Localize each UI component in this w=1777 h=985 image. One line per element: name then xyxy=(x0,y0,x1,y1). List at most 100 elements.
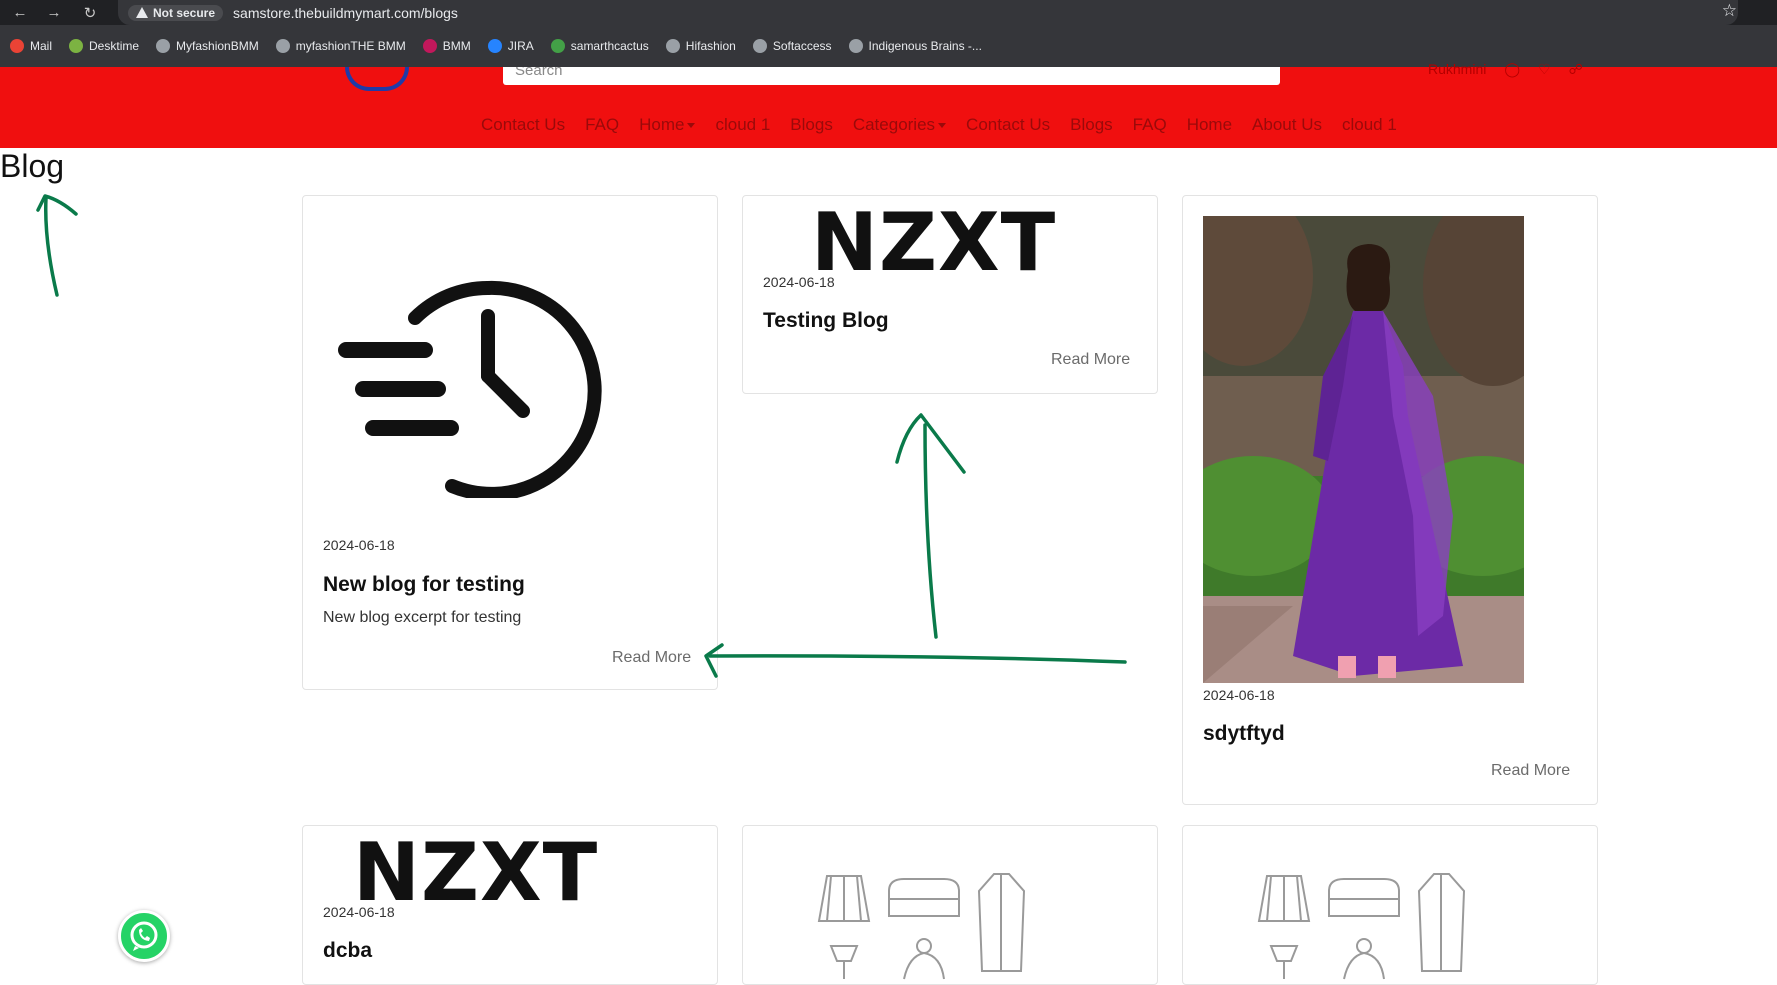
bookmark-label: Desktime xyxy=(89,39,140,53)
menu-item[interactable]: Blogs xyxy=(1070,115,1113,135)
site-logo[interactable] xyxy=(345,67,409,91)
bookmark-item[interactable]: Softaccess xyxy=(752,39,832,53)
bookmark-item[interactable]: Desktime xyxy=(69,39,139,53)
menu-item-label: FAQ xyxy=(585,115,620,134)
menu-item[interactable]: Blogs xyxy=(790,115,833,135)
arrow-head xyxy=(895,413,966,474)
menu-item[interactable]: FAQ xyxy=(585,115,619,135)
menu-item-label: cloud 1 xyxy=(1341,115,1397,134)
bookmark-item[interactable]: Indigenous Brains -... xyxy=(848,39,982,53)
whatsapp-icon xyxy=(130,921,158,951)
clothing-icons xyxy=(817,873,1026,980)
blog-title[interactable]: sdytftyd xyxy=(1203,722,1285,746)
blog-card[interactable]: 2024-06-18 sdytftyd Read More xyxy=(1182,195,1598,805)
fast-clock-icon xyxy=(338,280,602,498)
menu-item[interactable]: Contact Us xyxy=(481,115,565,135)
arrow-up-blog-title xyxy=(44,196,59,297)
reload-icon[interactable]: ↻ xyxy=(78,0,102,25)
caret-down-icon xyxy=(687,123,696,129)
clothing-icons xyxy=(1257,873,1466,980)
menu-item-label: Contact Us xyxy=(481,115,566,134)
bookmark-label: MyfashionBMM xyxy=(176,39,259,53)
search-input[interactable]: Search xyxy=(503,67,1280,85)
bookmark-label: Mail xyxy=(30,39,53,53)
blog-card[interactable]: NZXT 2024-06-18 dcba xyxy=(302,825,718,985)
forward-arrow-icon[interactable]: → xyxy=(42,0,66,25)
arrow-left-read-more xyxy=(708,654,1127,664)
menu-item-label: Categories xyxy=(852,115,936,134)
blog-title[interactable]: dcba xyxy=(323,939,372,963)
menu-item-label: About Us xyxy=(1252,115,1322,134)
bookmark-item[interactable]: Mail xyxy=(10,39,52,53)
bookmark-favicon-icon xyxy=(422,39,437,53)
whatsapp-button[interactable] xyxy=(118,910,170,962)
blog-title[interactable]: Testing Blog xyxy=(763,309,889,333)
nzxt-logo: NZXT xyxy=(811,196,1057,289)
menu-item[interactable]: Home xyxy=(1187,115,1232,135)
bookmark-item[interactable]: MyfashionBMM xyxy=(156,39,259,53)
heart-icon[interactable]: ♡ xyxy=(1538,61,1551,78)
menu-item-label: Contact Us xyxy=(966,115,1051,134)
main-menu: Contact Us FAQ Home cloud 1 Blogs Categories C… xyxy=(481,115,1397,135)
arrow-head xyxy=(36,194,78,216)
bookmark-favicon-icon xyxy=(487,39,502,53)
bookmark-favicon-icon xyxy=(665,39,680,53)
bookmark-label: JIRA xyxy=(507,39,534,53)
bookmark-favicon-icon xyxy=(848,39,863,53)
bookmark-favicon-icon xyxy=(550,39,565,53)
blog-card[interactable]: 2024-06-18 New blog for testing New blog… xyxy=(302,195,718,690)
blog-date: 2024-06-18 xyxy=(323,904,395,920)
menu-item-label: cloud 1 xyxy=(715,115,771,134)
bookmark-item[interactable]: BMM xyxy=(422,39,471,53)
blog-card[interactable] xyxy=(1182,825,1598,985)
menu-item-label: Blogs xyxy=(790,115,833,134)
menu-item[interactable]: FAQ xyxy=(1133,115,1167,135)
menu-item[interactable]: cloud 1 xyxy=(715,115,770,135)
bookmark-label: Softaccess xyxy=(772,39,832,53)
bookmark-item[interactable]: myfashionTHE BMM xyxy=(275,39,406,53)
header-actions: Rukhmini ◯ ♡ ☍ xyxy=(1428,61,1583,78)
site-header: Search Rukhmini ◯ ♡ ☍ Contact Us FAQ Home c… xyxy=(0,61,1777,148)
user-name[interactable]: Rukhmini xyxy=(1428,61,1486,78)
user-icon[interactable]: ◯ xyxy=(1504,61,1520,78)
purple-dress-photo xyxy=(1203,216,1524,683)
bookmark-label: samarthcactus xyxy=(570,39,649,53)
menu-item-label: Blogs xyxy=(1070,115,1113,134)
caret-down-icon xyxy=(938,123,947,129)
menu-item[interactable]: Home xyxy=(639,115,696,135)
warning-icon xyxy=(136,7,148,18)
address-bar[interactable]: Not secure samstore.thebuildmymart.com/b… xyxy=(118,0,1738,25)
menu-item[interactable]: Contact Us xyxy=(966,115,1050,135)
blog-title[interactable]: New blog for testing xyxy=(323,573,525,597)
blog-card[interactable] xyxy=(742,825,1158,985)
security-badge[interactable]: Not secure xyxy=(128,4,224,21)
bookmark-favicon-icon xyxy=(69,39,84,53)
read-more-link[interactable]: Read More xyxy=(1051,351,1130,369)
bookmark-favicon-icon xyxy=(156,39,171,53)
bookmark-item[interactable]: JIRA xyxy=(487,39,534,53)
bookmark-label: Indigenous Brains -... xyxy=(868,39,982,53)
blog-excerpt: New blog excerpt for testing xyxy=(323,609,522,626)
blog-date: 2024-06-18 xyxy=(1203,687,1275,703)
read-more-link[interactable]: Read More xyxy=(612,649,691,667)
menu-item[interactable]: cloud 1 xyxy=(1342,115,1397,135)
blog-card[interactable]: NZXT 2024-06-18 Testing Blog Read More xyxy=(742,195,1158,394)
page-title: Blog xyxy=(0,148,65,184)
bookmark-favicon-icon xyxy=(752,39,767,53)
menu-item[interactable]: About Us xyxy=(1252,115,1322,135)
bookmark-favicon-icon xyxy=(10,39,24,53)
arrow-up-testing-blog xyxy=(923,423,938,639)
bookmark-item[interactable]: samarthcactus xyxy=(550,39,649,53)
cart-icon[interactable]: ☍ xyxy=(1569,61,1583,78)
bookmark-label: myfashionTHE BMM xyxy=(295,39,406,53)
back-arrow-icon[interactable]: ← xyxy=(8,0,32,25)
bookmark-item[interactable]: Hifashion xyxy=(665,39,736,53)
browser-toolbar: ← → ↻ Not secure samstore.thebuildmymart… xyxy=(0,0,1777,25)
url-text[interactable]: samstore.thebuildmymart.com/blogs xyxy=(233,5,458,21)
menu-item[interactable]: Categories xyxy=(852,115,947,135)
read-more-link[interactable]: Read More xyxy=(1491,762,1570,780)
bookmark-label: Hifashion xyxy=(685,39,736,53)
bookmark-star-icon[interactable]: ☆ xyxy=(1722,1,1737,21)
blog-date: 2024-06-18 xyxy=(763,274,835,290)
menu-item-label: FAQ xyxy=(1132,115,1167,134)
